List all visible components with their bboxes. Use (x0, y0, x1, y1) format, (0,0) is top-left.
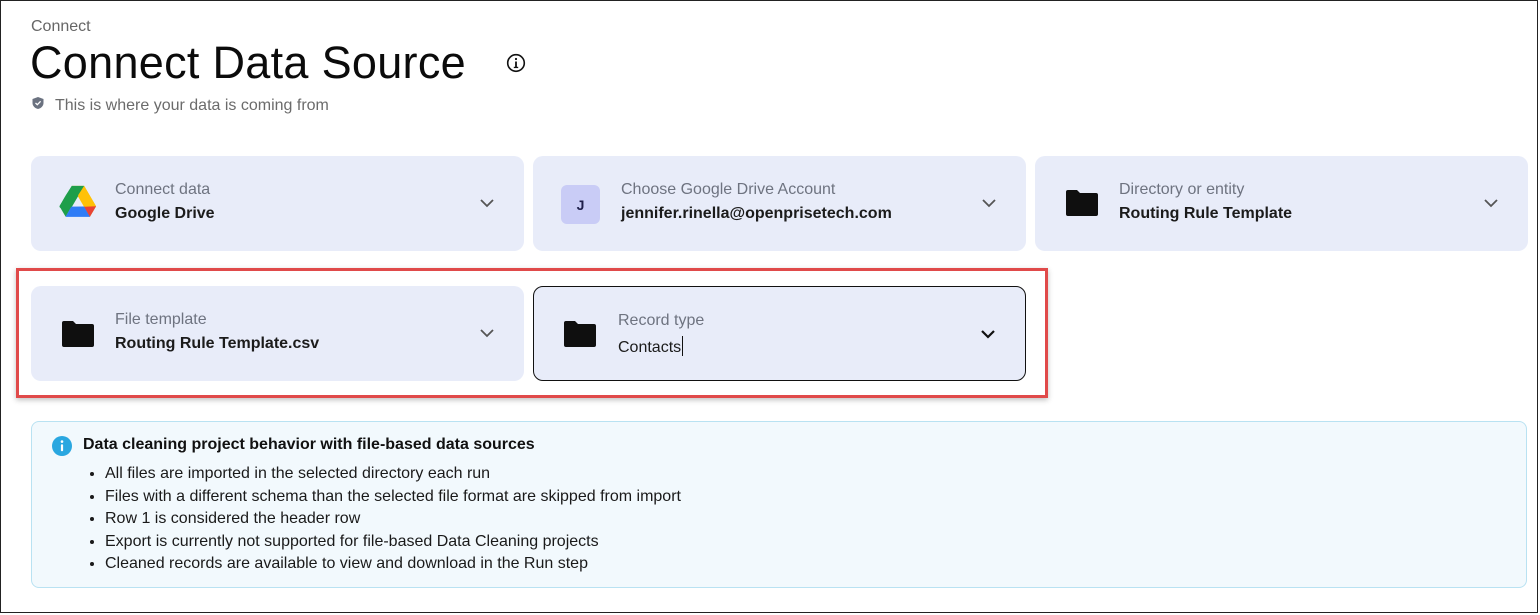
connect-data-value: Google Drive (115, 205, 215, 222)
chevron-down-icon[interactable] (478, 194, 496, 212)
list-item: Export is currently not supported for fi… (105, 531, 681, 554)
list-item: Row 1 is considered the header row (105, 508, 681, 531)
list-item: All files are imported in the selected d… (105, 463, 681, 486)
google-account-dropdown[interactable]: J Choose Google Drive Account jennifer.r… (533, 156, 1026, 251)
directory-value: Routing Rule Template (1119, 205, 1293, 222)
page-subtitle: This is where your data is coming from (31, 96, 329, 115)
connect-data-dropdown[interactable]: Connect data Google Drive (31, 156, 524, 251)
page-title: Connect Data Source (30, 37, 466, 88)
list-item: Cleaned records are available to view an… (105, 553, 681, 576)
info-icon[interactable] (506, 53, 526, 73)
shield-icon (31, 96, 45, 115)
google-drive-icon (59, 184, 97, 222)
highlight-box (16, 268, 1048, 398)
notice-title: Data cleaning project behavior with file… (83, 436, 535, 453)
breadcrumb[interactable]: Connect (31, 18, 91, 36)
avatar: J (561, 185, 600, 224)
chevron-down-icon[interactable] (1482, 194, 1500, 212)
connect-data-label: Connect data (115, 181, 211, 198)
subtitle-text: This is where your data is coming from (55, 96, 329, 114)
directory-label: Directory or entity (1119, 181, 1245, 198)
folder-icon (1065, 189, 1103, 227)
info-notice: Data cleaning project behavior with file… (31, 421, 1527, 588)
info-icon (52, 436, 72, 456)
google-account-label: Choose Google Drive Account (621, 181, 836, 198)
list-item: Files with a different schema than the s… (105, 486, 681, 509)
directory-dropdown[interactable]: Directory or entity Routing Rule Templat… (1035, 156, 1528, 251)
google-account-value: jennifer.rinella@openprisetech.com (621, 205, 892, 222)
notice-list: All files are imported in the selected d… (83, 463, 681, 576)
chevron-down-icon[interactable] (980, 194, 998, 212)
